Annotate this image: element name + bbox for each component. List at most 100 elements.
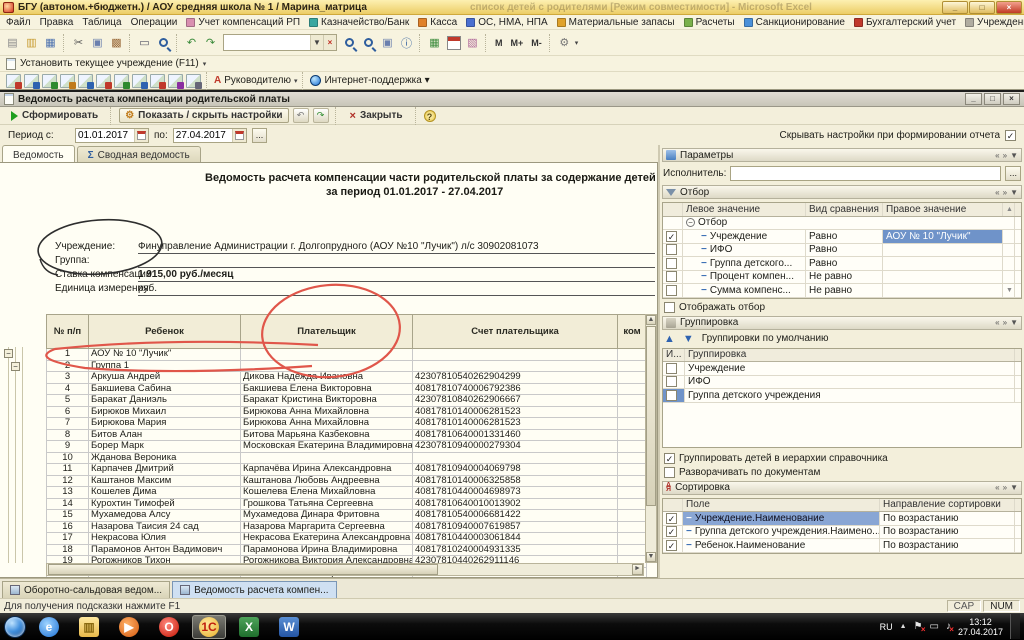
sorting-checkbox[interactable] [666, 540, 677, 551]
copy2-icon[interactable]: ▣ [379, 34, 396, 51]
window-tab[interactable]: Оборотно-сальдовая ведом... [2, 581, 170, 598]
section-menu-icon[interactable]: ▼ [1010, 483, 1018, 492]
group-collapse-icon[interactable]: − [11, 362, 20, 371]
group-collapse-icon[interactable]: − [4, 349, 13, 358]
table-row[interactable]: 10Жданова Вероника [47, 452, 647, 464]
taskbar-app-opera[interactable]: O [152, 615, 186, 639]
sorting-checkbox[interactable] [666, 526, 677, 537]
window-tab[interactable]: Ведомость расчета компен... [172, 581, 336, 598]
hide-settings-checkbox[interactable] [1005, 130, 1016, 141]
report-shortcut-icon[interactable] [6, 74, 21, 88]
table-row[interactable]: 7Бирюкова МарияБирюкова Анна Михайловна4… [47, 418, 647, 430]
service-settings-icon[interactable]: ⚙ [556, 34, 573, 51]
report-shortcut-icon[interactable] [60, 74, 75, 88]
menu-item-Учреждение[interactable]: Учреждение [965, 17, 1024, 28]
report-shortcut-icon[interactable] [186, 74, 201, 88]
new-file-icon[interactable]: ▤ [4, 34, 21, 51]
collapse-icon[interactable]: « [995, 151, 999, 160]
redo-icon[interactable]: ↷ [202, 34, 219, 51]
preview-icon[interactable] [155, 34, 172, 51]
section-filter[interactable]: Отбор «»▼ [662, 185, 1022, 199]
clock[interactable]: 13:1227.04.2017 [958, 617, 1003, 637]
filter-row[interactable]: −ИФОРавно [663, 244, 1021, 258]
users-icon[interactable]: ▧ [464, 34, 481, 51]
tab-vedomost[interactable]: Ведомость [2, 145, 75, 162]
memory-button-М[interactable]: М [492, 36, 506, 50]
filter-row[interactable]: −Процент компен...Не равно [663, 271, 1021, 285]
menu-item-Касса[interactable]: Касса [418, 17, 457, 28]
report-shortcut-icon[interactable] [24, 74, 39, 88]
report-shortcut-icon[interactable] [78, 74, 93, 88]
expand-icon[interactable]: » [1003, 483, 1007, 492]
table-row[interactable]: 14Курохтин ТимофейГрошкова Татьяна Серге… [47, 498, 647, 510]
menu-item-Учет компенсаций РП[interactable]: Учет компенсаций РП [186, 17, 300, 28]
grouping-checkbox[interactable] [666, 363, 677, 374]
filter-checkbox[interactable] [666, 258, 677, 269]
default-groupings-button[interactable]: Группировки по умолчанию [702, 333, 829, 344]
sorting-row[interactable]: −Ребенок.НаименованиеПо возрастанию [663, 539, 1021, 553]
institution-dropdown-icon[interactable]: ▾ [203, 60, 207, 68]
group-children-checkbox[interactable] [664, 453, 675, 464]
section-menu-icon[interactable]: ▼ [1010, 188, 1018, 197]
taskbar-app-explorer[interactable]: ▥ [72, 615, 106, 639]
undo-icon[interactable]: ↶ [183, 34, 200, 51]
table-row[interactable]: 3Аркуша АндрейДикова Надежда Ивановна423… [47, 372, 647, 384]
table-row[interactable]: 15Мухамедова АлсуМухамедова Динара Фрито… [47, 510, 647, 522]
table-row[interactable]: 2Группа 1 [47, 360, 647, 372]
period-from-input[interactable] [76, 130, 134, 141]
filter-value[interactable] [883, 257, 1003, 270]
generate-button[interactable]: Сформировать [5, 108, 104, 123]
section-menu-icon[interactable]: ▼ [1010, 151, 1018, 160]
print-icon[interactable]: ▭ [136, 34, 153, 51]
report-sheet[interactable]: − − Ведомость расчета компенсации части … [0, 162, 658, 578]
info-icon[interactable]: ⓘ [398, 34, 415, 51]
restore-settings-icon[interactable]: ↶ [293, 108, 309, 123]
section-grouping[interactable]: Группировка «»▼ [662, 316, 1022, 330]
toggle-settings-button[interactable]: ⚙ Показать / скрыть настройки [119, 108, 288, 123]
table-row[interactable]: 4Бакшиева СабинаБакшиева Елена Викторовн… [47, 383, 647, 395]
filter-row[interactable]: −Сумма компенс...Не равно▼ [663, 284, 1021, 298]
mdi-minimize-button[interactable]: _ [965, 93, 982, 105]
report-shortcut-icon[interactable] [114, 74, 129, 88]
taskbar-app-ie[interactable]: e [32, 615, 66, 639]
collapse-minus-icon[interactable]: − [686, 218, 695, 227]
start-button[interactable] [4, 616, 26, 638]
vertical-scrollbar[interactable]: ▲ ▼ [645, 314, 657, 563]
section-sorting[interactable]: АЯ Сортировка «»▼ [662, 481, 1022, 495]
mdi-close-button[interactable]: × [1003, 93, 1020, 105]
report-shortcut-icon[interactable] [42, 74, 57, 88]
sorting-row[interactable]: −Учреждение.НаименованиеПо возрастанию [663, 512, 1021, 526]
filter-value[interactable]: АОУ № 10 "Лучик" [883, 230, 1003, 243]
minimize-button[interactable]: _ [942, 1, 968, 14]
grouping-checkbox[interactable] [666, 376, 677, 387]
action-center-icon[interactable]: ⚑ [914, 621, 923, 632]
close-button[interactable]: × [996, 1, 1022, 14]
manager-dropdown-icon[interactable]: ▾ [294, 77, 298, 85]
period-to-input[interactable] [174, 130, 232, 141]
table-row[interactable]: 1АОУ № 10 "Лучик" [47, 349, 647, 361]
filter-checkbox[interactable] [666, 244, 677, 255]
menu-item-Операции[interactable]: Операции [131, 17, 178, 28]
taskbar-app-wmp[interactable]: ▶ [112, 615, 146, 639]
table-icon[interactable]: ▦ [426, 34, 443, 51]
internet-support-menu[interactable]: Интернет-поддержка ▾ [324, 75, 429, 86]
search-dropdown-icon[interactable]: ▼ [310, 35, 323, 50]
filter-checkbox[interactable] [666, 231, 677, 242]
filter-group-row[interactable]: −Отбор [663, 217, 1021, 231]
open-file-icon[interactable]: ▥ [23, 34, 40, 51]
report-shortcut-icon[interactable] [96, 74, 111, 88]
period-choose-button[interactable]: ... [252, 128, 268, 143]
find-icon[interactable] [341, 34, 358, 51]
menu-item-Файл[interactable]: Файл [6, 17, 31, 28]
cut-icon[interactable]: ✂ [70, 34, 87, 51]
report-shortcut-icon[interactable] [168, 74, 183, 88]
table-row[interactable]: 17Некрасова ЮлияНекрасова Екатерина Алек… [47, 533, 647, 545]
taskbar-app-word[interactable]: W [272, 615, 306, 639]
collapse-icon[interactable]: « [995, 483, 999, 492]
menu-item-ОС, НМА, НПА[interactable]: ОС, НМА, НПА [466, 17, 547, 28]
calendar-icon[interactable] [445, 34, 462, 51]
taskbar-app-1c[interactable]: 1С [192, 615, 226, 639]
table-row[interactable]: 11Карпачев ДмитрийКарпачёва Ирина Алекса… [47, 464, 647, 476]
filter-checkbox[interactable] [666, 285, 677, 296]
memory-button-М-[interactable]: М- [528, 36, 545, 50]
